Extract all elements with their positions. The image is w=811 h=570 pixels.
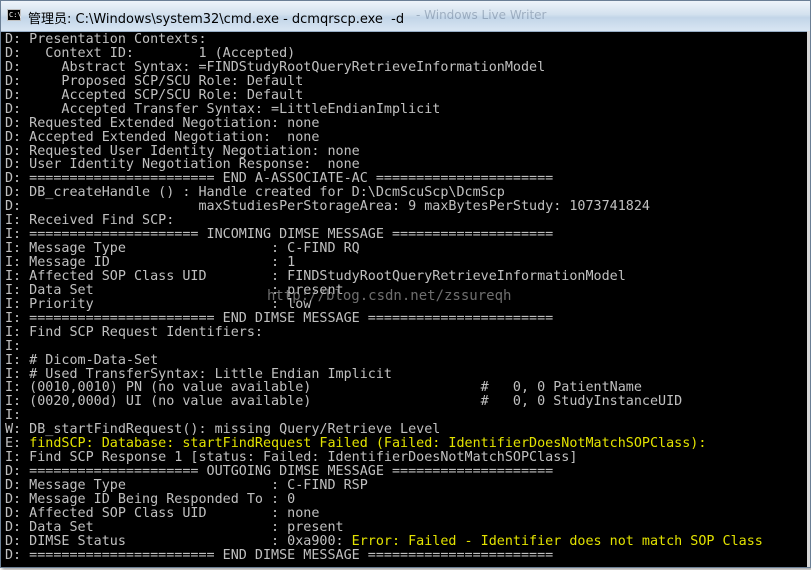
- console-line: I: Message Type : C-FIND RQ: [5, 242, 805, 256]
- console-line: D: Proposed SCP/SCU Role: Default: [5, 73, 805, 89]
- console-line-text: D: Data Set : present: [5, 519, 344, 535]
- console-line-text: I: Find SCP Request Identifiers:: [5, 324, 263, 340]
- console-line-text: D: Requested User Identity Negotiation: …: [5, 143, 360, 159]
- console-line-text: D: Context ID: 1 (Accepted): [5, 45, 296, 61]
- console-line: D: Requested Extended Negotiation: none: [5, 115, 805, 131]
- console-line-error-text: findSCP: Database: startFindRequest Fail…: [29, 436, 707, 452]
- console-line-text: I: (0020,000d) UI (no value available) #…: [5, 394, 683, 410]
- console-line-text: D: maxStudiesPerStorageArea: 9 maxBytesP…: [5, 199, 650, 215]
- console-line-text: E:: [5, 436, 30, 452]
- console-line-text: I: # Used TransferSyntax: Little Endian …: [5, 366, 392, 382]
- console-line-text: I: Priority : low: [5, 296, 312, 312]
- console-line-text: W: DB_startFindRequest(): missing Query/…: [5, 422, 441, 438]
- console-line-text: I:: [5, 408, 22, 424]
- title-bar[interactable]: C:\ 管理员: C:\Windows\system32\cmd.exe - d…: [1, 1, 810, 32]
- console-line: I: Affected SOP Class UID : FINDStudyRoo…: [5, 268, 805, 284]
- console-line-text: D: Message Type : C-FIND RSP: [5, 478, 368, 493]
- console-line-text: D: Accepted Transfer Syntax: =LittleEndi…: [5, 101, 441, 117]
- console-line: I: # Dicom-Data-Set: [5, 352, 805, 368]
- console-line-text: I: Find SCP Response 1 [status: Failed: …: [5, 450, 578, 466]
- console-line-text: I: (0010,0010) PN (no value available) #…: [5, 380, 642, 396]
- console-line: D: Accepted SCP/SCU Role: Default: [5, 87, 805, 103]
- console-line-text: D: Accepted SCP/SCU Role: Default: [5, 87, 304, 103]
- console-line: I: # Used TransferSyntax: Little Endian …: [5, 366, 805, 382]
- watermark-url: http://blog.csdn.net/zssureqh: [267, 288, 512, 304]
- console-line: D: Message Type : C-FIND RSP: [5, 479, 805, 493]
- console-line-text: I: Received Find SCP:: [5, 213, 175, 229]
- console-line: D: Affected SOP Class UID : none: [5, 505, 805, 521]
- console-line-text: I: Message ID : 1: [5, 255, 296, 270]
- console-line-text: D: ======================= END DIMSE MES…: [5, 547, 554, 563]
- console-line-text: D: DIMSE Status : 0xa900:: [5, 533, 352, 549]
- ghost-title-text: - Windows Live Writer: [416, 8, 547, 22]
- console-line: D: User Identity Negotiation Response: n…: [5, 158, 805, 172]
- cmd-window: C:\ 管理员: C:\Windows\system32\cmd.exe - d…: [0, 0, 811, 568]
- console-line: I: ===================== INCOMING DIMSE …: [5, 228, 805, 242]
- console-line: I: Find SCP Request Identifiers:: [5, 324, 805, 340]
- console-line-text: I:: [5, 338, 22, 354]
- console-line-text: I: ===================== INCOMING DIMSE …: [5, 227, 554, 243]
- console-line: D: ======================= END DIMSE MES…: [5, 547, 805, 563]
- console-line-text: D: Accepted Extended Negotiation: none: [5, 129, 320, 145]
- console-line-text: I: ======================= END DIMSE MES…: [5, 310, 554, 326]
- console-line: D: DB_createHandle () : Handle created f…: [5, 186, 805, 200]
- console-line-text: I: Message Type : C-FIND RQ: [5, 241, 360, 257]
- console-line: D: Data Set : present: [5, 519, 805, 535]
- console-line: I: Message ID : 1: [5, 256, 805, 270]
- console-line-text: I: Affected SOP Class UID : FINDStudyRoo…: [5, 268, 626, 284]
- console-line: E: findSCP: Database: startFindRequest F…: [5, 437, 805, 451]
- console-line: D: Message ID Being Responded To : 0: [5, 491, 805, 507]
- console-line-text: D: DB_createHandle () : Handle created f…: [5, 185, 505, 201]
- console-line: I: ======================= END DIMSE MES…: [5, 310, 805, 326]
- console-line-text: D: User Identity Negotiation Response: n…: [5, 157, 360, 173]
- console-line: D: ===================== OUTGOING DIMSE …: [5, 465, 805, 479]
- console-line-text: D: Presentation Contexts:: [5, 33, 207, 47]
- console-line: D: Abstract Syntax: =FINDStudyRootQueryR…: [5, 59, 805, 75]
- console-line: D: Presentation Contexts:: [5, 33, 805, 47]
- console-line: D: Accepted Transfer Syntax: =LittleEndi…: [5, 101, 805, 117]
- console-line: D: Accepted Extended Negotiation: none: [5, 129, 805, 145]
- console-line: I:: [5, 409, 805, 423]
- console-line: D: maxStudiesPerStorageArea: 9 maxBytesP…: [5, 200, 805, 214]
- console-line-text: D: ======================= END A-ASSOCIA…: [5, 171, 554, 187]
- console-line-text: D: Proposed SCP/SCU Role: Default: [5, 73, 304, 89]
- cmd-icon: C:\: [7, 9, 22, 21]
- console-line-text: D: Abstract Syntax: =FINDStudyRootQueryR…: [5, 59, 546, 75]
- console-line-text: D: Affected SOP Class UID : none: [5, 505, 320, 521]
- console-line: I: (0020,000d) UI (no value available) #…: [5, 395, 805, 409]
- console-line-error-text: Error: Failed - Identifier does not matc…: [351, 533, 763, 549]
- console-line-text: I: # Dicom-Data-Set: [5, 352, 159, 368]
- console-line: D: Requested User Identity Negotiation: …: [5, 143, 805, 159]
- console-line: D: DIMSE Status : 0xa900: Error: Failed …: [5, 533, 805, 549]
- console-line: D: Context ID: 1 (Accepted): [5, 45, 805, 61]
- console-line: D: ======================= END A-ASSOCIA…: [5, 172, 805, 186]
- window-title: 管理员: C:\Windows\system32\cmd.exe - dcmqr…: [28, 12, 405, 27]
- console-line: W: DB_startFindRequest(): missing Query/…: [5, 423, 805, 437]
- console-line: I: (0010,0010) PN (no value available) #…: [5, 381, 805, 395]
- console-line: I: Received Find SCP:: [5, 214, 805, 228]
- console-line: I:: [5, 338, 805, 354]
- console-line-text: D: Message ID Being Responded To : 0: [5, 491, 296, 507]
- console-line-text: D: ===================== OUTGOING DIMSE …: [5, 464, 554, 480]
- scrollbar[interactable]: [807, 31, 810, 567]
- console-line-text: D: Requested Extended Negotiation: none: [5, 115, 320, 131]
- console-line: I: Find SCP Response 1 [status: Failed: …: [5, 451, 805, 465]
